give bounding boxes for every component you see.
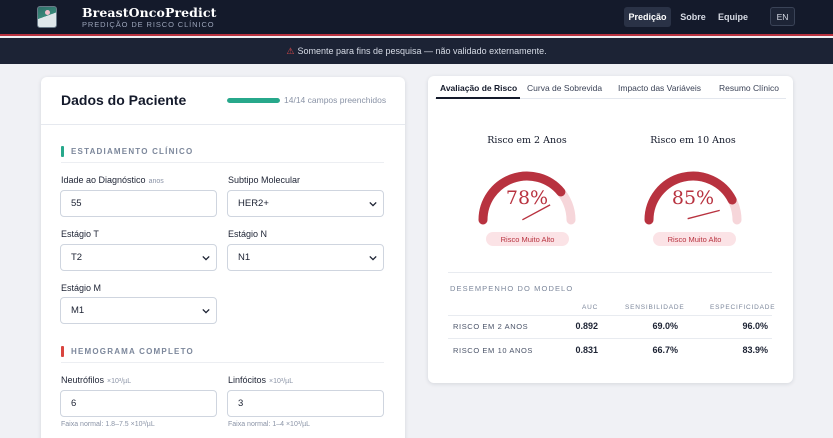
brand-title: BreastOncoPredict bbox=[82, 5, 217, 20]
neutrophils-input[interactable]: 6 bbox=[60, 390, 217, 417]
section-divider bbox=[61, 162, 384, 163]
row-10y-label: RISCO EM 10 ANOS bbox=[453, 346, 534, 355]
chevron-down-icon bbox=[202, 255, 210, 261]
age-unit: anos bbox=[148, 178, 164, 185]
gauge-10y-value: 85% bbox=[672, 187, 714, 209]
stage-t-select[interactable]: T2 bbox=[60, 244, 217, 271]
patient-data-card: Dados do Paciente 14/14 campos preenchid… bbox=[41, 77, 405, 438]
fields-progress-text: 14/14 campos preenchidos bbox=[284, 95, 387, 105]
row-2y-sensitivity: 69.0% bbox=[652, 321, 678, 331]
fields-progress-bar bbox=[227, 98, 280, 103]
tab-risk-assessment[interactable]: Avaliação de Risco bbox=[440, 83, 517, 93]
stage-t-value: T2 bbox=[71, 252, 83, 263]
stage-m-label: Estágio M bbox=[61, 283, 102, 293]
row-2y-specificity: 96.0% bbox=[742, 321, 768, 331]
active-tab-indicator bbox=[436, 97, 520, 99]
cancer-logo-icon bbox=[37, 6, 57, 28]
stage-n-label: Estágio N bbox=[228, 229, 268, 239]
lymphocytes-unit: ×10³/µL bbox=[269, 378, 294, 385]
model-performance-title: DESEMPENHO DO MODELO bbox=[450, 284, 574, 293]
row-2y-label: RISCO EM 2 ANOS bbox=[453, 322, 529, 331]
neutrophils-hint: Faixa normal: 1.8–7.5 ×10³/µL bbox=[61, 421, 155, 428]
patient-card-title: Dados do Paciente bbox=[61, 92, 187, 108]
age-label: Idade ao Diagnóstico anos bbox=[61, 175, 164, 185]
lymphocytes-input[interactable]: 3 bbox=[227, 390, 384, 417]
row-2y-auc: 0.892 bbox=[575, 321, 598, 331]
gauge-2y: 78% bbox=[478, 171, 576, 225]
table-divider bbox=[448, 338, 772, 339]
results-card: Avaliação de Risco Curva de Sobrevida Im… bbox=[428, 76, 793, 383]
section-accent-bar bbox=[61, 345, 64, 357]
lymphocytes-label: Linfócitos ×10³/µL bbox=[228, 375, 293, 385]
warning-icon: ⚠ bbox=[286, 45, 295, 56]
table-divider bbox=[448, 315, 772, 316]
stage-n-value: N1 bbox=[238, 252, 251, 263]
card-header-divider bbox=[41, 124, 405, 125]
neutrophils-unit: ×10³/µL bbox=[107, 378, 132, 385]
col-specificity: ESPECIFICIDADE bbox=[710, 304, 776, 311]
gauge-10y: 85% bbox=[644, 171, 742, 225]
research-warning-banner: ⚠ Somente para fins de pesquisa — não va… bbox=[0, 38, 833, 64]
perf-divider bbox=[448, 272, 772, 273]
subtype-select[interactable]: HER2+ bbox=[227, 190, 384, 217]
stage-t-label: Estágio T bbox=[61, 229, 99, 239]
lymphocytes-hint: Faixa normal: 1–4 ×10³/µL bbox=[228, 421, 311, 428]
gauge-needle bbox=[687, 209, 720, 220]
stage-m-value: M1 bbox=[71, 305, 85, 316]
nav-predicao[interactable]: Predição bbox=[624, 7, 671, 27]
gauge-10y-title: Risco em 10 Anos bbox=[650, 135, 736, 146]
gauge-2y-title: Risco em 2 Anos bbox=[487, 135, 567, 146]
section-divider bbox=[61, 362, 384, 363]
nav-equipe[interactable]: Equipe bbox=[714, 7, 752, 27]
tab-survival-curve[interactable]: Curva de Sobrevida bbox=[527, 83, 602, 93]
age-label-text: Idade ao Diagnóstico bbox=[61, 175, 146, 185]
chevron-down-icon bbox=[369, 255, 377, 261]
nav-sobre[interactable]: Sobre bbox=[676, 7, 710, 27]
col-auc: AUC bbox=[582, 304, 599, 311]
section-accent-bar bbox=[61, 145, 64, 157]
col-sensitivity: SENSIBILIDADE bbox=[625, 304, 685, 311]
row-10y-sensitivity: 66.7% bbox=[652, 345, 678, 355]
row-10y-specificity: 83.9% bbox=[742, 345, 768, 355]
section-staging-header: ESTADIAMENTO CLÍNICO bbox=[61, 144, 193, 158]
section-blood-header: HEMOGRAMA COMPLETO bbox=[61, 344, 194, 358]
stage-m-select[interactable]: M1 bbox=[60, 297, 217, 324]
neutrophils-label: Neutrófilos ×10³/µL bbox=[61, 375, 131, 385]
brand-subtitle: PREDIÇÃO DE RISCO CLÍNICO bbox=[82, 20, 215, 29]
fields-progress-fill bbox=[227, 98, 280, 103]
top-navbar: BreastOncoPredict PREDIÇÃO DE RISCO CLÍN… bbox=[0, 0, 833, 36]
results-tabs: Avaliação de Risco Curva de Sobrevida Im… bbox=[435, 79, 786, 99]
section-staging-title: ESTADIAMENTO CLÍNICO bbox=[71, 146, 194, 156]
subtype-value: HER2+ bbox=[238, 198, 269, 209]
chevron-down-icon bbox=[202, 308, 210, 314]
stage-n-select[interactable]: N1 bbox=[227, 244, 384, 271]
tab-clinical-summary[interactable]: Resumo Clínico bbox=[719, 83, 779, 93]
gauge-2y-value: 78% bbox=[506, 187, 548, 209]
neutrophils-label-text: Neutrófilos bbox=[61, 375, 105, 385]
row-10y-auc: 0.831 bbox=[575, 345, 598, 355]
language-toggle-button[interactable]: EN bbox=[770, 7, 795, 26]
chevron-down-icon bbox=[369, 201, 377, 207]
section-blood-title: HEMOGRAMA COMPLETO bbox=[71, 346, 194, 356]
warning-text: Somente para fins de pesquisa — não vali… bbox=[297, 46, 547, 56]
subtype-label: Subtipo Molecular bbox=[228, 175, 301, 185]
gauge-10y-risk-badge: Risco Muito Alto bbox=[653, 232, 736, 246]
age-input[interactable]: 55 bbox=[60, 190, 217, 217]
tab-variable-impact[interactable]: Impacto das Variáveis bbox=[618, 83, 701, 93]
gauge-2y-risk-badge: Risco Muito Alto bbox=[486, 232, 569, 246]
lymphocytes-label-text: Linfócitos bbox=[228, 375, 267, 385]
